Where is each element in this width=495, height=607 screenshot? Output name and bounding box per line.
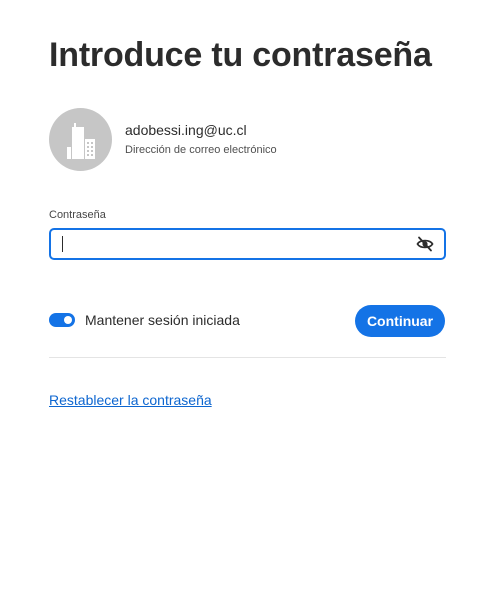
avatar	[49, 108, 112, 171]
page-title: Introduce tu contraseña	[49, 36, 432, 74]
account-email: adobessi.ing@uc.cl	[125, 121, 247, 138]
eye-slash-icon	[416, 236, 434, 252]
account-info: adobessi.ing@uc.cl Dirección de correo e…	[49, 108, 277, 171]
keep-signed-in-row: Mantener sesión iniciada	[49, 312, 240, 328]
toggle-knob	[64, 316, 72, 324]
password-input[interactable]	[51, 230, 444, 258]
keep-signed-in-toggle[interactable]	[49, 313, 75, 327]
account-text: adobessi.ing@uc.cl Dirección de correo e…	[125, 121, 277, 157]
toggle-password-visibility-button[interactable]	[415, 235, 435, 253]
reset-password-link[interactable]: Restablecer la contraseña	[49, 392, 212, 408]
password-label: Contraseña	[49, 209, 106, 221]
divider	[49, 357, 446, 358]
login-page: Introduce tu contraseña adobessi.ing@uc.…	[0, 0, 495, 607]
continue-button[interactable]: Continuar	[355, 305, 445, 337]
building-icon	[66, 122, 95, 159]
keep-signed-in-label: Mantener sesión iniciada	[85, 312, 240, 328]
password-field	[49, 228, 446, 260]
account-email-caption: Dirección de correo electrónico	[125, 143, 277, 156]
text-caret	[62, 236, 63, 252]
